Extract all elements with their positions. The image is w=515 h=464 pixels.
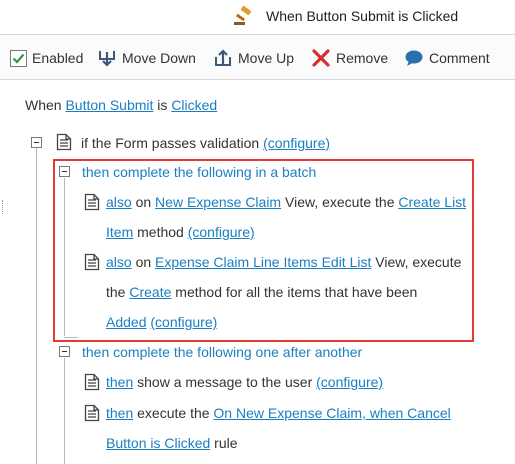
configure-link[interactable]: (configure) (316, 374, 383, 390)
move-up-icon (215, 49, 231, 66)
move-up-label: Move Up (238, 50, 295, 66)
comment-button[interactable]: Comment (404, 47, 490, 69)
tree-line-sequence (64, 358, 65, 464)
enabled-label: Enabled (32, 50, 84, 66)
action-document-icon (84, 404, 100, 422)
enabled-checkbox[interactable]: Enabled (10, 47, 83, 69)
remove-x-icon (312, 49, 330, 67)
is-text: is (157, 97, 168, 113)
sequence-header[interactable]: then complete the following one after an… (82, 343, 362, 361)
rule-designer-canvas: When Button Submit is Clicked if the For… (0, 80, 515, 464)
rule-title: When Button Submit is Clicked (266, 8, 459, 24)
sequence-action-2-line-2: Button is Clicked rule (106, 434, 238, 452)
then-link[interactable]: then (106, 374, 133, 390)
message-text: show a message to the user (137, 374, 313, 390)
tree-line-root (36, 148, 37, 464)
comment-bubble-icon (405, 50, 423, 66)
condition-document-icon (56, 133, 72, 151)
rule-text: rule (214, 435, 238, 451)
comment-label: Comment (429, 50, 490, 66)
sequence-action-2-line-1: then execute the On New Expense Claim, w… (106, 404, 451, 422)
collapse-sequence-toggle[interactable] (59, 346, 70, 357)
sequence-action-1-line: then show a message to the user (configu… (106, 373, 383, 391)
then-link[interactable]: then (106, 405, 133, 421)
selection-highlight (53, 159, 474, 342)
move-up-button[interactable]: Move Up (213, 47, 294, 69)
rule-link-cont[interactable]: Button is Clicked (106, 435, 210, 451)
move-down-icon (99, 51, 115, 67)
checkbox-checked-icon (10, 49, 27, 67)
toolbar: Enabled Move Down Move Up Remove Comment (0, 34, 515, 80)
rule-when-line: When Button Submit is Clicked (25, 96, 217, 114)
sequence-header-text[interactable]: then complete the following one after an… (82, 344, 362, 360)
action-document-icon (84, 373, 100, 391)
rule-link[interactable]: On New Expense Claim, when Cancel (213, 405, 450, 421)
collapse-condition-toggle[interactable] (31, 137, 42, 148)
when-text: When (25, 97, 62, 113)
control-link[interactable]: Button Submit (65, 97, 153, 113)
condition-line: if the Form passes validation (configure… (81, 134, 330, 152)
title-bar: When Button Submit is Clicked (0, 0, 515, 34)
gavel-icon (234, 5, 252, 25)
condition-text: if the Form passes validation (81, 135, 260, 151)
event-link[interactable]: Clicked (171, 97, 217, 113)
remove-button[interactable]: Remove (311, 47, 388, 69)
remove-label: Remove (336, 50, 389, 66)
condition-configure-link[interactable]: (configure) (263, 135, 330, 151)
execute-text: execute the (137, 405, 210, 421)
resize-grip[interactable] (2, 200, 4, 214)
move-down-button[interactable]: Move Down (97, 47, 196, 69)
move-down-label: Move Down (122, 50, 196, 66)
